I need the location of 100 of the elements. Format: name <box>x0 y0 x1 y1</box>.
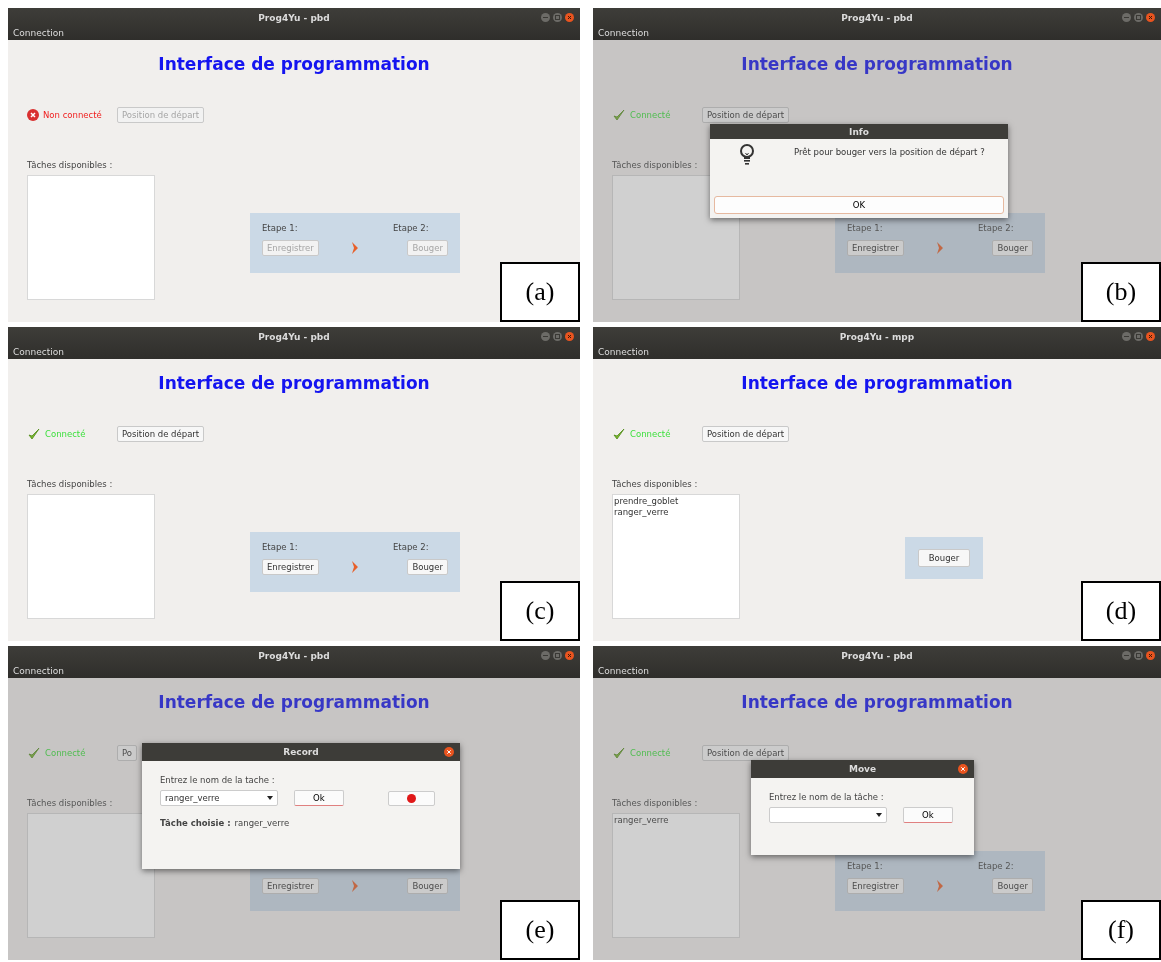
window-title: Prog4Yu - pbd <box>258 13 330 23</box>
minimize-icon[interactable] <box>541 332 550 341</box>
step-label: Etape 1: <box>847 223 884 234</box>
close-icon[interactable] <box>565 13 574 22</box>
menu-item[interactable]: Connection <box>12 347 65 357</box>
menu-item[interactable]: Connection <box>12 28 65 38</box>
dialog-title: Record <box>283 747 319 757</box>
close-icon[interactable] <box>1146 332 1155 341</box>
task-list[interactable] <box>27 175 155 300</box>
start-position-button[interactable]: Position de départ <box>702 745 790 761</box>
page-heading: Interface de programmation <box>741 373 1013 393</box>
tasks-label: Tâches disponibles : <box>27 798 114 808</box>
record-button[interactable]: Enregistrer <box>262 878 319 894</box>
move-button[interactable]: Bouger <box>407 878 448 894</box>
step-label: Etape 1: <box>262 542 299 553</box>
page-heading: Interface de programmation <box>158 692 430 712</box>
connection-status: Connecté <box>630 110 671 120</box>
start-position-button[interactable]: Position de départ <box>702 426 790 442</box>
record-button[interactable]: Enregistrer <box>262 559 319 575</box>
record-dot-icon <box>406 793 416 803</box>
chevron-icon <box>351 242 359 254</box>
start-position-button[interactable]: Position de départ <box>117 426 205 442</box>
move-button[interactable]: Bouger <box>917 549 971 567</box>
task-list[interactable]: ranger_verre <box>612 813 740 938</box>
minimize-icon[interactable] <box>1122 13 1131 22</box>
task-item[interactable]: prendre_goblet <box>614 496 738 507</box>
window-title: Prog4Yu - pbd <box>258 332 330 342</box>
ok-button[interactable]: Ok <box>903 807 953 823</box>
connection-status: Connecté <box>630 429 671 439</box>
maximize-icon[interactable] <box>553 332 562 341</box>
task-list[interactable]: prendre_goblet ranger_verre <box>612 494 740 619</box>
tasks-label: Tâches disponibles : <box>27 479 114 489</box>
page-heading: Interface de programmation <box>741 54 1013 74</box>
menu-item[interactable]: Connection <box>597 666 650 676</box>
chevron-icon <box>351 561 359 573</box>
connection-status: Non connecté <box>43 110 102 120</box>
minimize-icon[interactable] <box>1122 651 1131 660</box>
step-label: Etape 2: <box>978 861 1015 872</box>
menu-item[interactable]: Connection <box>597 28 650 38</box>
move-button[interactable]: Bouger <box>992 878 1033 894</box>
step-label: Etape 2: <box>393 223 430 234</box>
panel-label: (e) <box>500 900 580 960</box>
chevron-icon <box>936 880 944 892</box>
chevron-icon <box>936 242 944 254</box>
move-button[interactable]: Bouger <box>992 240 1033 256</box>
close-icon[interactable] <box>1146 13 1155 22</box>
close-icon[interactable] <box>444 747 454 757</box>
task-list[interactable] <box>27 813 155 938</box>
menu-item[interactable]: Connection <box>597 347 650 357</box>
minimize-icon[interactable] <box>541 13 550 22</box>
tasks-label: Tâches disponibles : <box>612 798 699 808</box>
menu-item[interactable]: Connection <box>12 666 65 676</box>
dialog-title: Move <box>848 764 877 774</box>
page-heading: Interface de programmation <box>158 373 430 393</box>
dialog-prompt: Entrez le nom de la tâche : <box>769 792 885 802</box>
start-position-button[interactable]: Po <box>117 745 138 761</box>
maximize-icon[interactable] <box>553 651 562 660</box>
dialog-message: Prêt pour bouger vers la position de départ ? <box>794 147 985 158</box>
dropdown-icon <box>267 796 273 800</box>
dialog-title: Info <box>849 126 869 137</box>
window-title: Prog4Yu - pbd <box>841 13 913 23</box>
tasks-label: Tâches disponibles : <box>27 160 114 170</box>
window-title: Prog4Yu - pbd <box>841 651 913 661</box>
maximize-icon[interactable] <box>1134 13 1143 22</box>
record-button[interactable] <box>387 790 435 806</box>
task-item[interactable]: ranger_verre <box>614 815 738 826</box>
step-label: Etape 2: <box>978 223 1015 234</box>
close-icon[interactable] <box>565 332 574 341</box>
record-button[interactable]: Enregistrer <box>847 878 904 894</box>
minimize-icon[interactable] <box>1122 332 1131 341</box>
close-icon[interactable] <box>958 764 968 774</box>
task-list[interactable] <box>612 175 740 300</box>
task-name-combo[interactable] <box>769 807 887 823</box>
minimize-icon[interactable] <box>541 651 550 660</box>
window-title: Prog4Yu - mpp <box>839 332 915 342</box>
lightbulb-icon <box>740 144 754 167</box>
task-name-combo[interactable]: ranger_verre <box>160 790 278 806</box>
ok-button[interactable]: OK <box>714 196 1004 214</box>
chosen-task-label: Tâche choisie : <box>160 818 231 828</box>
panel-label: (a) <box>500 262 580 322</box>
page-heading: Interface de programmation <box>158 54 430 74</box>
task-item[interactable]: ranger_verre <box>614 507 738 518</box>
tasks-label: Tâches disponibles : <box>612 479 699 489</box>
record-button[interactable]: Enregistrer <box>847 240 904 256</box>
step-label: Etape 2: <box>393 542 430 553</box>
chevron-icon <box>351 880 359 892</box>
maximize-icon[interactable] <box>1134 332 1143 341</box>
maximize-icon[interactable] <box>1134 651 1143 660</box>
close-icon[interactable] <box>565 651 574 660</box>
ok-button[interactable]: Ok <box>294 790 344 806</box>
panel-label: (b) <box>1081 262 1161 322</box>
page-heading: Interface de programmation <box>741 692 1013 712</box>
task-list[interactable] <box>27 494 155 619</box>
start-position-button[interactable]: Position de départ <box>702 107 790 123</box>
close-icon[interactable] <box>1146 651 1155 660</box>
step-label: Etape 1: <box>262 223 299 234</box>
panel-label: (c) <box>500 581 580 641</box>
move-button[interactable]: Bouger <box>407 559 448 575</box>
maximize-icon[interactable] <box>553 13 562 22</box>
tasks-label: Tâches disponibles : <box>612 160 699 170</box>
